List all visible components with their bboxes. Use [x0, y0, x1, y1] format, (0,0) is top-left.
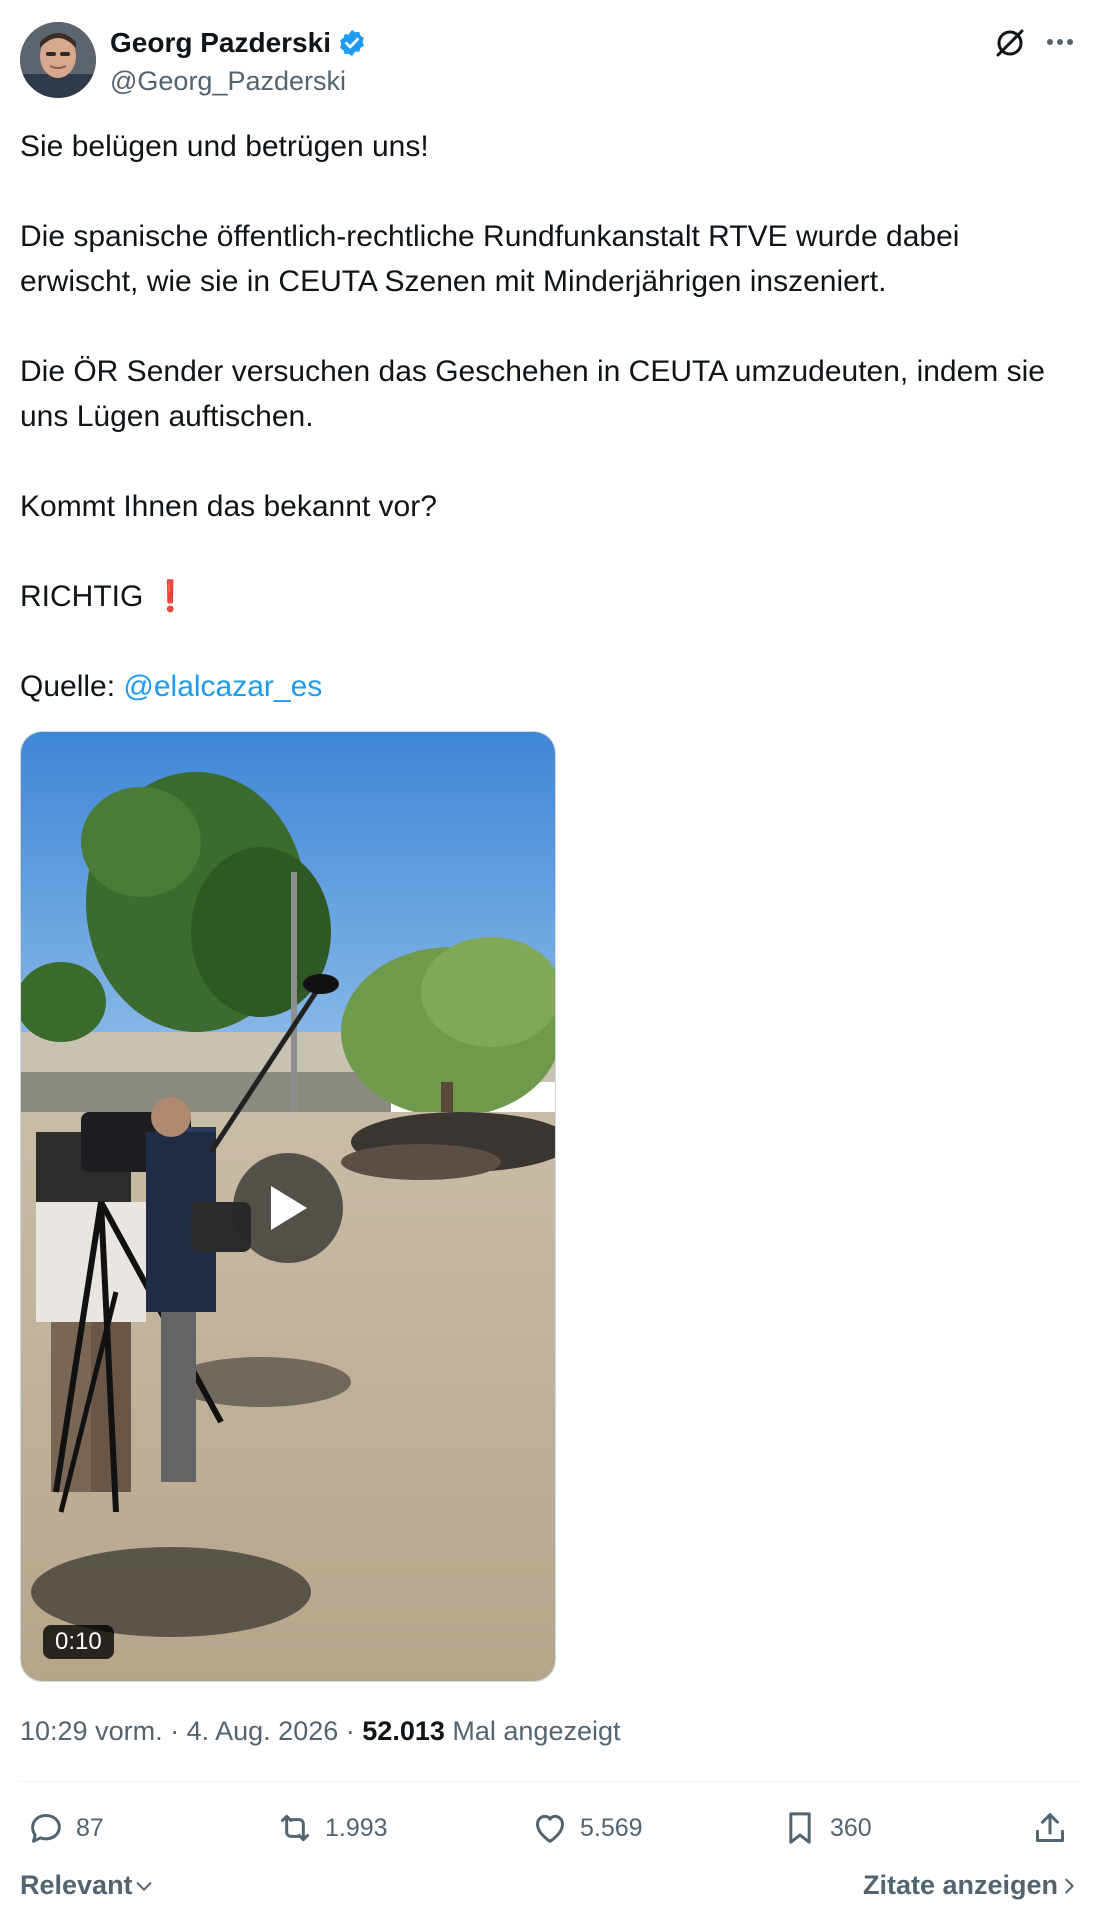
sort-dropdown[interactable]: Relevant [20, 1870, 155, 1901]
play-icon [271, 1186, 307, 1230]
author-name[interactable]: Georg Pazderski [110, 26, 331, 60]
tweet-source-line: Quelle: @elalcazar_es [20, 664, 1080, 709]
like-count: 5.569 [580, 1813, 643, 1842]
author-handle[interactable]: @Georg_Pazderski [110, 64, 346, 98]
author-name-row[interactable]: Georg Pazderski [110, 26, 367, 60]
reply-icon [31, 1814, 61, 1843]
like-button[interactable]: 5.569 [530, 1808, 643, 1848]
video-duration: 0:10 [43, 1625, 114, 1659]
video-player[interactable]: 0:10 [20, 731, 556, 1682]
tweet-meta: 10:29 vorm. · 4. Aug. 2026 · 52.013 Mal … [20, 1713, 621, 1749]
grok-icon[interactable] [990, 22, 1030, 62]
tweet-line: Kommt Ihnen das bekannt vor? [20, 490, 437, 523]
repost-button[interactable]: 1.993 [275, 1808, 388, 1848]
views-label: Mal angezeigt [452, 1716, 621, 1746]
source-label: Quelle: [20, 670, 116, 703]
exclamation-emoji: ❗ [151, 580, 190, 613]
tweet-line: Die ÖR Sender versuchen das Geschehen in… [20, 355, 1045, 433]
tweet-header: Georg Pazderski @Georg_Pazderski [20, 22, 1080, 102]
heart-icon [536, 1814, 564, 1843]
sort-label: Relevant [20, 1870, 133, 1900]
chevron-down-icon [136, 1881, 151, 1891]
bookmark-button[interactable]: 360 [780, 1808, 872, 1848]
tweet-line: Sie belügen und betrügen uns! [20, 130, 429, 163]
reply-button[interactable]: 87 [26, 1808, 104, 1848]
repost-icon [281, 1814, 309, 1842]
tweet-date[interactable]: 4. Aug. 2026 [187, 1716, 339, 1746]
view-quotes-link[interactable]: Zitate anzeigen [863, 1870, 1080, 1901]
view-count: 52.013 [362, 1716, 445, 1746]
quotes-label: Zitate anzeigen [862, 1870, 1058, 1900]
source-mention-link[interactable]: @elalcazar_es [123, 670, 322, 703]
chevron-right-icon [1065, 1878, 1074, 1893]
bookmark-count: 360 [830, 1813, 872, 1842]
share-button[interactable] [1030, 1808, 1080, 1848]
meta-separator: · [345, 1716, 355, 1746]
tweet-line: RICHTIG ❗ [20, 574, 1080, 619]
repost-count: 1.993 [325, 1813, 388, 1842]
play-button[interactable] [233, 1153, 343, 1263]
tweet-line: Die spanische öffentlich-rechtliche Rund… [20, 220, 960, 298]
meta-separator: · [170, 1716, 180, 1746]
verified-badge-icon [337, 28, 367, 58]
tweet-time[interactable]: 10:29 vorm. [20, 1716, 163, 1746]
tweet-text: Sie belügen und betrügen uns! Die spanis… [20, 124, 1080, 709]
more-options-icon[interactable] [1040, 22, 1080, 62]
replies-footer: Relevant Zitate anzeigen [20, 1870, 1080, 1910]
divider [20, 1781, 1080, 1782]
richtig-text: RICHTIG [20, 580, 144, 613]
action-bar: 87 1.993 5.569 360 [20, 1800, 1080, 1860]
reply-count: 87 [76, 1813, 104, 1842]
bookmark-icon [789, 1812, 811, 1844]
share-icon [1036, 1813, 1064, 1842]
avatar[interactable] [20, 22, 96, 98]
